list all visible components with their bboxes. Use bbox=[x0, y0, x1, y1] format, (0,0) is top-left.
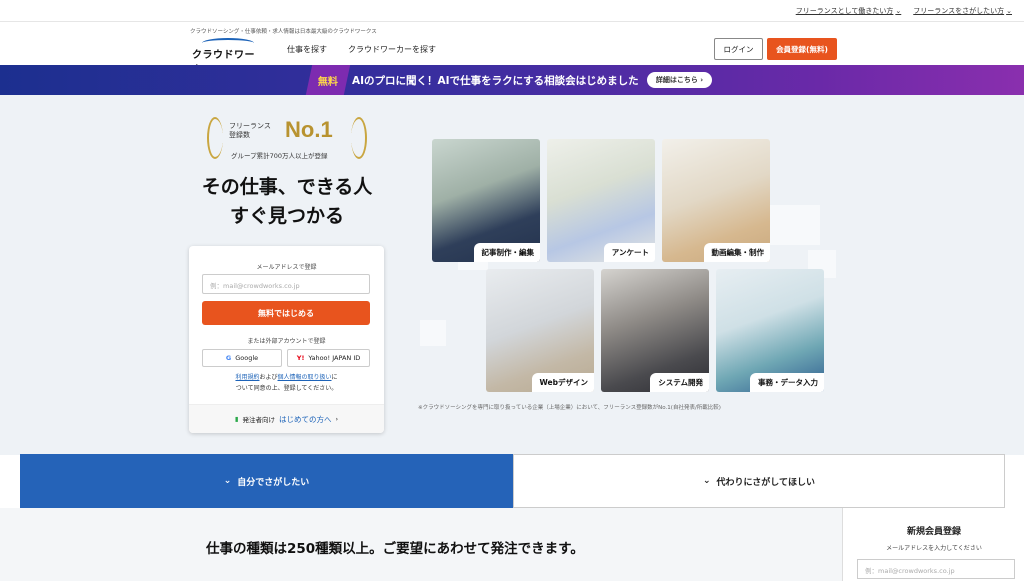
chevron-down-icon: ⌄ bbox=[223, 476, 232, 486]
link-freelance-work[interactable]: フリーランスとして働きたい方 ⌄ bbox=[796, 6, 902, 16]
external-label: または外部アカウントで登録 bbox=[247, 338, 326, 345]
site-header: クラウドソーシング・仕事依頼・求人情報は日本最大級のクラウドワークス クラウドワ… bbox=[0, 22, 1024, 76]
chevron-down-icon: ⌄ bbox=[702, 476, 711, 486]
google-signup-button[interactable]: G Google bbox=[202, 349, 282, 367]
google-icon: G bbox=[225, 354, 232, 362]
top-bar: フリーランスとして働きたい方 ⌄ フリーランスをさがしたい方 ⌄ bbox=[0, 0, 1024, 22]
decorative-square bbox=[420, 320, 446, 346]
email-label: メールアドレスで登録 bbox=[256, 264, 317, 271]
terms-link[interactable]: 利用規約 bbox=[235, 374, 259, 381]
sidebox-email-input[interactable]: 例：mail@crowdworks.co.jp bbox=[857, 559, 1015, 579]
banner-text: AIのプロに聞く！AIで仕事をラクにする相談会はじめました bbox=[352, 75, 639, 87]
terms-text: 利用規約および個人情報の取り扱いに ついて同意の上、登録してください。 bbox=[235, 374, 338, 392]
no1-subtext: グループ累計700万人以上が登録 bbox=[231, 152, 328, 160]
laurel-left-icon bbox=[207, 117, 223, 159]
hero-headline: その仕事、できる人 すぐ見つかる bbox=[201, 176, 373, 228]
sidebox-title: 新規会員登録 bbox=[906, 527, 961, 537]
promo-banner[interactable]: 無料 AIのプロに聞く！AIで仕事をラクにする相談会はじめました 詳細はこちら … bbox=[0, 65, 1024, 95]
start-free-button[interactable]: 無料ではじめる bbox=[202, 301, 370, 325]
chevron-right-icon: › bbox=[697, 76, 704, 84]
no1-badge: フリーランス 登録数 No.1 グループ累計700万人以上が登録 bbox=[207, 115, 367, 163]
beginner-leaf-icon: ▮ bbox=[234, 415, 239, 423]
crowdworks-logo[interactable]: クラウドワークス bbox=[192, 38, 262, 76]
category-survey[interactable]: アンケート bbox=[547, 139, 655, 262]
category-writing[interactable]: 記事制作・編集 bbox=[432, 139, 540, 262]
signup-sidebox: 新規会員登録 メールアドレスを入力してください 例：mail@crowdwork… bbox=[842, 508, 1024, 581]
header-tagline: クラウドソーシング・仕事依頼・求人情報は日本最大級のクラウドワークス bbox=[190, 29, 377, 35]
client-first-time-link[interactable]: ▮ 発注者向け はじめての方へ › bbox=[189, 404, 384, 433]
chevron-down-icon: ⌄ bbox=[895, 7, 902, 15]
nav-find-jobs[interactable]: 仕事を探す bbox=[287, 44, 327, 55]
category-system-dev[interactable]: システム開発 bbox=[601, 269, 709, 392]
tab-search-myself[interactable]: ⌄ 自分でさがしたい bbox=[20, 454, 513, 508]
privacy-link[interactable]: 個人情報の取り扱い bbox=[278, 374, 332, 381]
login-button[interactable]: ログイン bbox=[714, 38, 763, 60]
lower-title: 仕事の種類は250種類以上。ご要望にあわせて発注できます。 bbox=[206, 541, 584, 557]
main-nav: 仕事を探す クラウドワーカーを探す bbox=[287, 44, 436, 55]
decorative-square bbox=[770, 205, 820, 245]
email-input[interactable]: 例：mail@crowdworks.co.jp bbox=[202, 274, 370, 294]
banner-detail-button[interactable]: 詳細はこちら › bbox=[647, 72, 712, 88]
free-badge: 無料 bbox=[305, 65, 351, 95]
tab-search-for-me[interactable]: ⌄ 代わりにさがしてほしい bbox=[513, 454, 1005, 508]
category-web-design[interactable]: Webデザイン bbox=[486, 269, 594, 392]
category-data-entry[interactable]: 事務・データ入力 bbox=[716, 269, 824, 392]
yahoo-signup-button[interactable]: Y! Yahoo! JAPAN ID bbox=[287, 349, 370, 367]
signup-button[interactable]: 会員登録(無料) bbox=[767, 38, 837, 60]
chevron-down-icon: ⌄ bbox=[1006, 7, 1012, 15]
link-find-freelancer[interactable]: フリーランスをさがしたい方 ⌄ bbox=[913, 6, 1012, 16]
footnote: ※クラウドソーシングを専門に取り扱っている企業（上場企業）において、フリーランス… bbox=[418, 405, 721, 411]
no1-text: No.1 bbox=[285, 117, 333, 142]
chevron-right-icon: › bbox=[335, 415, 339, 423]
category-video[interactable]: 動画編集・制作 bbox=[662, 139, 770, 262]
yahoo-icon: Y! bbox=[296, 354, 305, 362]
sidebox-subtitle: メールアドレスを入力してください bbox=[886, 545, 982, 552]
nav-find-workers[interactable]: クラウドワーカーを探す bbox=[348, 44, 436, 55]
laurel-right-icon bbox=[351, 117, 367, 159]
signup-card: メールアドレスで登録 例：mail@crowdworks.co.jp 無料ではじ… bbox=[189, 246, 384, 433]
top-links: フリーランスとして働きたい方 ⌄ フリーランスをさがしたい方 ⌄ bbox=[796, 6, 1012, 16]
